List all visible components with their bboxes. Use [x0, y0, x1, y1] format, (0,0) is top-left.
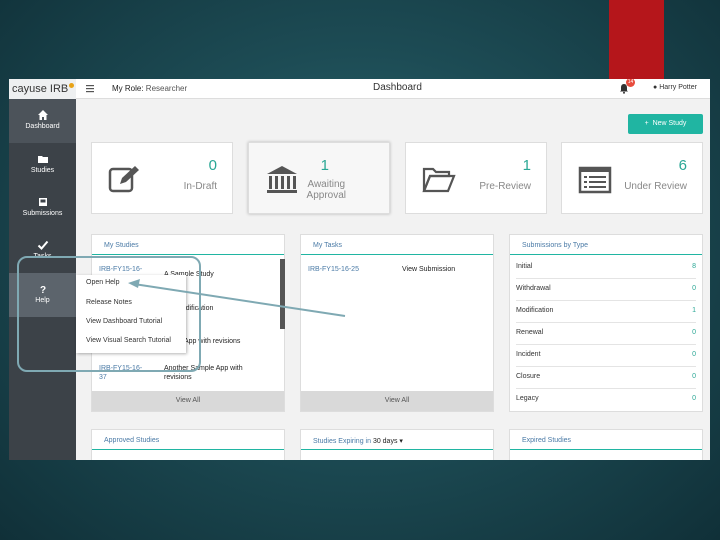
studies-expiring-panel: Studies Expiring in 30 days ▾ — [300, 429, 494, 460]
submissions-by-type-panel: Submissions by Type Initial 8 Withdrawal 0… — [509, 234, 703, 412]
stat-card-awaiting-approval[interactable]: 1 Awaiting Approval — [248, 142, 390, 214]
stat-card-under-review[interactable]: 6 Under Review — [561, 142, 703, 214]
view-all-tasks-button[interactable]: View All — [301, 391, 493, 411]
panel-title: Submissions by Type — [522, 242, 589, 249]
stat-label: Under Review — [624, 181, 687, 192]
panel-title: My Studies — [104, 242, 139, 249]
notification-badge: 14 — [626, 79, 635, 87]
edit-icon — [108, 166, 139, 193]
expired-studies-panel: Expired Studies — [509, 429, 703, 460]
sidebar-item-dashboard[interactable]: Dashboard — [9, 99, 76, 143]
submission-type-row[interactable]: Closure 0 — [516, 367, 696, 389]
stat-value: 6 — [678, 157, 687, 174]
sidebar-item-label: Dashboard — [25, 123, 60, 130]
user-avatar-icon: ● — [653, 84, 658, 91]
submission-type-row[interactable]: Initial 8 — [516, 257, 696, 279]
check-icon — [37, 240, 48, 250]
page-title: Dashboard — [373, 82, 422, 93]
submission-type-row[interactable]: Modification 1 — [516, 301, 696, 323]
stat-card-pre-review[interactable]: 1 Pre-Review — [405, 142, 547, 214]
submission-type-row[interactable]: Withdrawal 0 — [516, 279, 696, 301]
inbox-icon — [38, 198, 47, 206]
top-bar: My Role: Researcher Dashboard 14 ● Harry… — [76, 79, 710, 99]
folder-icon — [37, 156, 48, 163]
panel-title: Expired Studies — [522, 437, 572, 444]
bank-icon — [267, 166, 297, 193]
stat-label: In-Draft — [183, 181, 217, 192]
sidebar-item-studies[interactable]: Studies — [9, 143, 76, 187]
role-value[interactable]: Researcher — [146, 84, 187, 93]
task-id-link[interactable]: IRB-FY15-16-25 — [308, 266, 359, 273]
studies-scrollbar[interactable] — [280, 259, 285, 329]
approved-studies-panel: Approved Studies — [91, 429, 285, 460]
stat-label: Awaiting Approval — [306, 179, 346, 201]
stat-value: 1 — [522, 157, 531, 174]
user-name: Harry Potter — [659, 84, 697, 91]
sidebar-item-submissions[interactable]: Submissions — [9, 186, 76, 230]
submission-type-row[interactable]: Renewal 0 — [516, 323, 696, 345]
submission-type-row[interactable]: Incident 0 — [516, 345, 696, 367]
role-label: My Role: — [112, 84, 144, 93]
expiring-days-select[interactable]: 30 days ▾ — [373, 438, 403, 445]
sidebar-item-label: Studies — [30, 167, 55, 174]
new-study-button[interactable]: + New Study — [628, 114, 703, 134]
user-menu[interactable]: ● Harry Potter — [653, 84, 697, 91]
task-action[interactable]: View Submission — [402, 266, 455, 273]
brand-dot-icon — [69, 83, 75, 88]
view-all-studies-button[interactable]: View All — [92, 391, 284, 411]
stat-label: Pre-Review — [479, 181, 531, 192]
stat-value: 1 — [320, 157, 329, 174]
submission-type-row[interactable]: Legacy 0 — [516, 389, 696, 411]
panel-title: Approved Studies — [104, 437, 160, 444]
stat-value: 0 — [208, 157, 217, 174]
plus-icon: + — [644, 120, 649, 127]
open-folder-icon — [422, 167, 456, 193]
list-icon — [578, 166, 612, 194]
decorative-red-bar — [609, 0, 664, 82]
callout-highlight-box — [17, 256, 201, 372]
role-indicator: My Role: Researcher — [112, 84, 187, 93]
annotation-text: Click the “open Help” option in the Help… — [350, 306, 477, 371]
sidebar-item-label: Submissions — [22, 210, 63, 217]
brand-logo[interactable]: cayuse IRB — [9, 79, 76, 99]
stat-card-in-draft[interactable]: 0 In-Draft — [91, 142, 233, 214]
panel-title: Studies Expiring in 30 days ▾ — [313, 438, 403, 445]
home-icon — [37, 110, 48, 120]
hamburger-menu-icon[interactable] — [86, 84, 94, 93]
panel-title: My Tasks — [313, 242, 343, 249]
